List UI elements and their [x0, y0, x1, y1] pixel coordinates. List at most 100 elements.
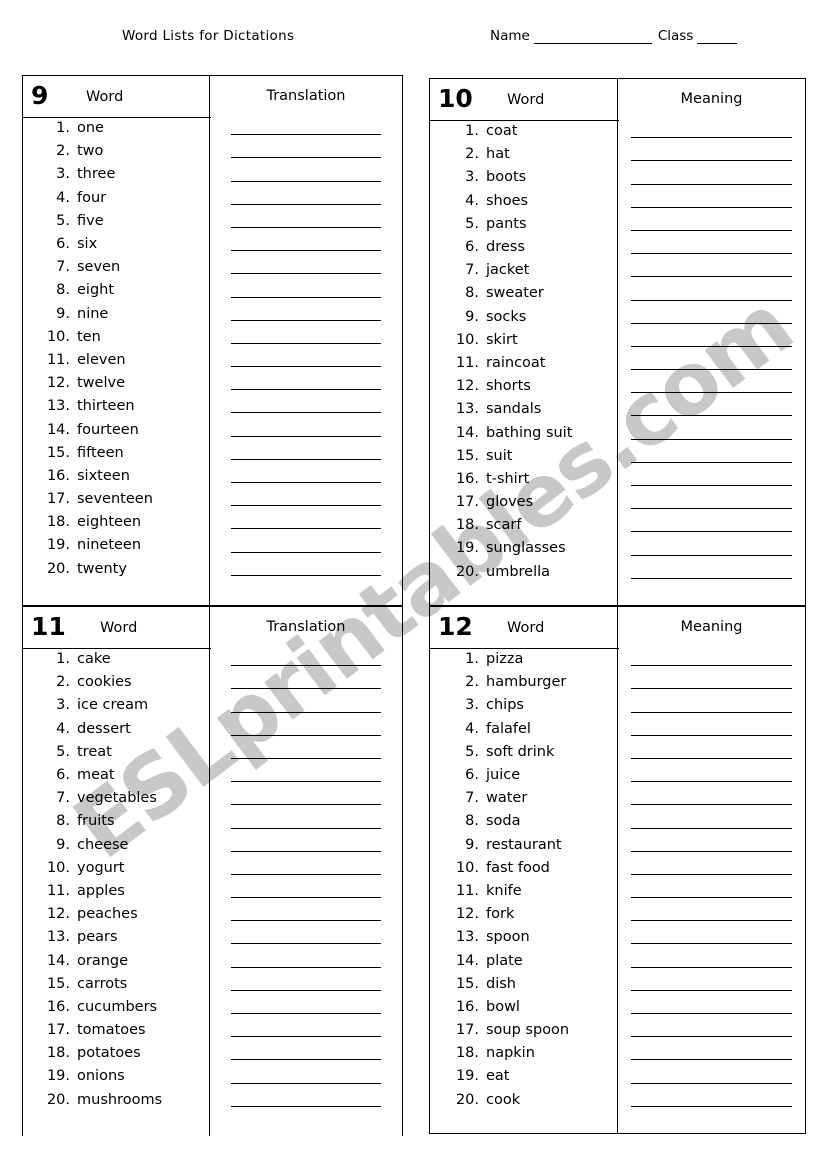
answer-row[interactable]	[231, 857, 381, 880]
answer-row[interactable]	[631, 810, 792, 833]
answer-blank-line[interactable]	[231, 827, 381, 829]
answer-row[interactable]	[231, 326, 381, 349]
answer-row[interactable]	[231, 418, 381, 441]
answer-blank-line[interactable]	[631, 665, 792, 667]
answer-row[interactable]	[231, 810, 381, 833]
answer-blank-line[interactable]	[231, 943, 381, 945]
answer-blank-line[interactable]	[231, 226, 381, 228]
answer-row[interactable]	[631, 903, 792, 926]
answer-blank-line[interactable]	[231, 1105, 381, 1107]
answer-row[interactable]	[231, 163, 381, 186]
answer-blank-line[interactable]	[631, 804, 792, 806]
answer-blank-line[interactable]	[231, 711, 381, 713]
answer-blank-line[interactable]	[231, 435, 381, 437]
answer-row[interactable]	[631, 537, 792, 560]
answer-blank-line[interactable]	[631, 415, 792, 417]
answer-row[interactable]	[631, 190, 792, 213]
answer-row[interactable]	[631, 143, 792, 166]
answer-blank-line[interactable]	[631, 1082, 792, 1084]
answer-blank-line[interactable]	[631, 757, 792, 759]
answer-row[interactable]	[231, 648, 381, 671]
answer-blank-line[interactable]	[631, 345, 792, 347]
answer-row[interactable]	[231, 834, 381, 857]
answer-blank-line[interactable]	[231, 665, 381, 667]
answer-blank-line[interactable]	[631, 253, 792, 255]
answer-row[interactable]	[631, 375, 792, 398]
answer-row[interactable]	[631, 671, 792, 694]
answer-blank-line[interactable]	[231, 134, 381, 136]
answer-row[interactable]	[631, 1042, 792, 1065]
answer-blank-line[interactable]	[231, 781, 381, 783]
answer-blank-line[interactable]	[631, 392, 792, 394]
answer-blank-line[interactable]	[631, 299, 792, 301]
answer-blank-line[interactable]	[231, 1082, 381, 1084]
answer-row[interactable]	[231, 949, 381, 972]
answer-blank-line[interactable]	[231, 1059, 381, 1061]
answer-blank-line[interactable]	[231, 366, 381, 368]
answer-blank-line[interactable]	[631, 1059, 792, 1061]
answer-row[interactable]	[631, 926, 792, 949]
answer-blank-line[interactable]	[631, 485, 792, 486]
answer-blank-line[interactable]	[231, 757, 381, 759]
answer-row[interactable]	[631, 1065, 792, 1088]
answer-blank-line[interactable]	[631, 688, 792, 690]
answer-blank-line[interactable]	[231, 966, 381, 968]
answer-blank-line[interactable]	[231, 157, 381, 159]
answer-row[interactable]	[231, 1042, 381, 1065]
answer-row[interactable]	[231, 442, 381, 465]
answer-row[interactable]	[631, 445, 792, 468]
answer-blank-line[interactable]	[631, 461, 792, 463]
answer-blank-line[interactable]	[231, 482, 381, 483]
answer-row[interactable]	[631, 973, 792, 996]
answer-blank-line[interactable]	[231, 920, 381, 922]
answer-blank-line[interactable]	[231, 804, 381, 806]
answer-blank-line[interactable]	[631, 369, 792, 371]
answer-blank-line[interactable]	[231, 989, 381, 991]
answer-row[interactable]	[231, 973, 381, 996]
answer-blank-line[interactable]	[231, 551, 381, 553]
answer-row[interactable]	[631, 996, 792, 1019]
answer-blank-line[interactable]	[631, 873, 792, 875]
answer-row[interactable]	[631, 213, 792, 236]
answer-blank-line[interactable]	[631, 850, 792, 852]
answer-row[interactable]	[631, 120, 792, 143]
answer-row[interactable]	[631, 282, 792, 305]
answer-blank-line[interactable]	[231, 873, 381, 875]
answer-blank-line[interactable]	[631, 1105, 792, 1107]
answer-blank-line[interactable]	[231, 528, 381, 530]
answer-blank-line[interactable]	[631, 989, 792, 991]
answer-row[interactable]	[231, 511, 381, 534]
answer-row[interactable]	[231, 210, 381, 233]
answer-row[interactable]	[631, 329, 792, 352]
answer-blank-line[interactable]	[631, 438, 792, 440]
answer-row[interactable]	[231, 671, 381, 694]
answer-row[interactable]	[631, 259, 792, 282]
answer-row[interactable]	[631, 398, 792, 421]
answer-blank-line[interactable]	[231, 688, 381, 690]
answer-blank-line[interactable]	[631, 531, 792, 533]
answer-row[interactable]	[231, 880, 381, 903]
answer-row[interactable]	[631, 648, 792, 671]
answer-blank-line[interactable]	[631, 322, 792, 324]
answer-row[interactable]	[231, 187, 381, 210]
answer-blank-line[interactable]	[231, 342, 381, 344]
answer-row[interactable]	[231, 718, 381, 741]
answer-row[interactable]	[631, 236, 792, 259]
answer-row[interactable]	[231, 233, 381, 256]
answer-blank-line[interactable]	[631, 966, 792, 968]
answer-blank-line[interactable]	[231, 1036, 381, 1038]
answer-blank-line[interactable]	[231, 319, 381, 321]
answer-row[interactable]	[231, 117, 381, 140]
answer-blank-line[interactable]	[231, 1013, 381, 1014]
answer-row[interactable]	[231, 1065, 381, 1088]
answer-blank-line[interactable]	[631, 206, 792, 208]
answer-blank-line[interactable]	[231, 296, 381, 298]
answer-row[interactable]	[231, 1019, 381, 1042]
answer-row[interactable]	[631, 787, 792, 810]
answer-blank-line[interactable]	[231, 250, 381, 252]
answer-row[interactable]	[231, 488, 381, 511]
answer-blank-line[interactable]	[631, 781, 792, 783]
answer-row[interactable]	[231, 741, 381, 764]
answer-row[interactable]	[631, 1089, 792, 1112]
answer-row[interactable]	[631, 949, 792, 972]
